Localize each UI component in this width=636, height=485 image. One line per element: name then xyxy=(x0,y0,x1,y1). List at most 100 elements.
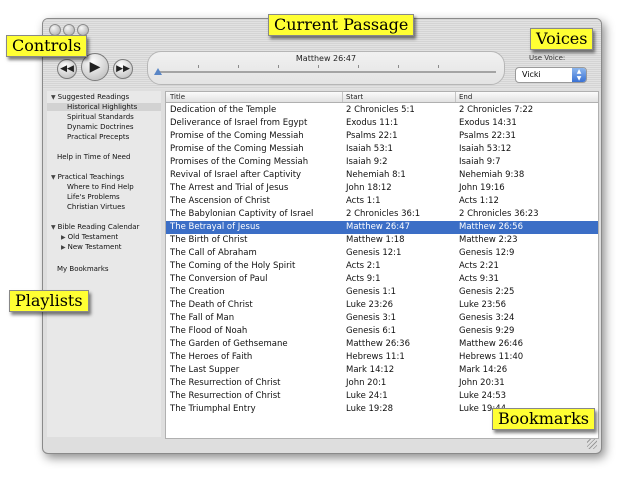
cell-end: 2 Chronicles 36:23 xyxy=(459,209,539,219)
cell-title: The Garden of Gethsemane xyxy=(170,339,288,349)
callout-voices: Voices xyxy=(530,28,594,50)
progress-slider-knob[interactable] xyxy=(154,68,162,75)
resize-grip-icon[interactable] xyxy=(587,439,597,449)
table-row[interactable]: The Resurrection of Christ John 20:1 John … xyxy=(166,377,598,390)
disclosure-down-icon[interactable]: ▼ xyxy=(51,174,56,181)
table-row[interactable]: The Coming of the Holy Spirit Acts 2:1 Act… xyxy=(166,260,598,273)
cell-end: Mark 14:26 xyxy=(459,365,508,375)
cell-title: The Birth of Christ xyxy=(170,235,248,245)
table-row[interactable]: The Resurrection of Christ Luke 24:1 Luke … xyxy=(166,390,598,403)
cell-start: Psalms 22:1 xyxy=(346,131,398,141)
table-row[interactable]: Revival of Israel after Captivity Nehemia… xyxy=(166,169,598,182)
table-row[interactable]: Promise of the Coming Messiah Psalms 22:1… xyxy=(166,130,598,143)
sidebar-group-suggested-readings[interactable]: ▼ Suggested Readings xyxy=(51,93,129,101)
cell-end: Genesis 9:29 xyxy=(459,326,515,336)
cell-title: The Arrest and Trial of Jesus xyxy=(170,183,289,193)
sidebar-item-dynamic-doctrines[interactable]: Dynamic Doctrines xyxy=(67,123,134,131)
passages-table: Title Start End Dedication of the Temple… xyxy=(165,91,599,439)
playlists-sidebar: ▼ Suggested Readings Historical Highlight… xyxy=(47,91,161,437)
sidebar-item-practical-precepts[interactable]: Practical Precepts xyxy=(67,133,129,141)
rewind-button[interactable]: ◀◀ xyxy=(57,59,77,79)
voice-select-value: Vicki xyxy=(522,70,541,79)
cell-end: Nehemiah 9:38 xyxy=(459,170,525,180)
cell-end: John 19:16 xyxy=(459,183,505,193)
disclosure-down-icon[interactable]: ▼ xyxy=(51,224,56,231)
use-voice-label: Use Voice: xyxy=(529,54,566,62)
sidebar-item-new-testament[interactable]: ▶ New Testament xyxy=(61,243,122,251)
fast-forward-button[interactable]: ▶▶ xyxy=(113,59,133,79)
cell-start: Nehemiah 8:1 xyxy=(346,170,406,180)
sidebar-item-christian-virtues[interactable]: Christian Virtues xyxy=(67,203,125,211)
cell-title: The Heroes of Faith xyxy=(170,352,253,362)
column-header-title[interactable]: Title xyxy=(170,93,185,101)
table-row[interactable]: The Betrayal of Jesus Matthew 26:47 Matthe… xyxy=(166,221,598,234)
cell-start: Matthew 1:18 xyxy=(346,235,405,245)
table-row[interactable]: The Birth of Christ Matthew 1:18 Matthew 2… xyxy=(166,234,598,247)
table-row[interactable]: The Death of Christ Luke 23:26 Luke 23:56 xyxy=(166,299,598,312)
disclosure-right-icon[interactable]: ▶ xyxy=(61,234,66,241)
column-header-start[interactable]: Start xyxy=(346,93,363,101)
fast-forward-icon: ▶▶ xyxy=(116,64,130,74)
cell-title: The Coming of the Holy Spirit xyxy=(170,261,296,271)
sidebar-item-lifes-problems[interactable]: Life's Problems xyxy=(67,193,120,201)
sidebar-group-bible-reading-calendar[interactable]: ▼ Bible Reading Calendar xyxy=(51,223,139,231)
table-row[interactable]: The Last Supper Mark 14:12 Mark 14:26 xyxy=(166,364,598,377)
cell-start: Genesis 1:1 xyxy=(346,287,397,297)
callout-controls: Controls xyxy=(6,35,88,57)
sidebar-item-old-testament[interactable]: ▶ Old Testament xyxy=(61,233,118,241)
cell-title: The Betrayal of Jesus xyxy=(170,222,260,232)
callout-playlists: Playlists xyxy=(9,290,89,312)
progress-slider-track[interactable] xyxy=(158,71,496,73)
table-row[interactable]: The Conversion of Paul Acts 9:1 Acts 9:31 xyxy=(166,273,598,286)
cell-title: Promise of the Coming Messiah xyxy=(170,144,304,154)
table-row[interactable]: The Babylonian Captivity of Israel 2 Chro… xyxy=(166,208,598,221)
table-row[interactable]: Promise of the Coming Messiah Isaiah 53:1… xyxy=(166,143,598,156)
cell-end: Acts 1:12 xyxy=(459,196,499,206)
cell-end: Isaiah 53:12 xyxy=(459,144,512,154)
cell-title: The Ascension of Christ xyxy=(170,196,270,206)
disclosure-down-icon[interactable]: ▼ xyxy=(51,94,56,101)
cell-start: Isaiah 9:2 xyxy=(346,157,388,167)
sidebar-group-practical-teachings[interactable]: ▼ Practical Teachings xyxy=(51,173,124,181)
table-row[interactable]: The Garden of Gethsemane Matthew 26:36 Mat… xyxy=(166,338,598,351)
rewind-icon: ◀◀ xyxy=(60,64,74,74)
sidebar-item-historical-highlights[interactable]: Historical Highlights xyxy=(47,103,161,111)
sidebar-item-help-in-time-of-need[interactable]: Help in Time of Need xyxy=(57,153,130,161)
table-row[interactable]: The Heroes of Faith Hebrews 11:1 Hebrews 1… xyxy=(166,351,598,364)
table-row[interactable]: The Creation Genesis 1:1 Genesis 2:25 xyxy=(166,286,598,299)
cell-title: Promises of the Coming Messiah xyxy=(170,157,309,167)
table-row[interactable]: The Fall of Man Genesis 3:1 Genesis 3:24 xyxy=(166,312,598,325)
cell-end: Hebrews 11:40 xyxy=(459,352,524,362)
cell-title: The Resurrection of Christ xyxy=(170,391,281,401)
voice-select[interactable]: Vicki ▲ ▼ xyxy=(515,67,587,83)
cell-start: Genesis 12:1 xyxy=(346,248,402,258)
table-row[interactable]: Promises of the Coming Messiah Isaiah 9:2… xyxy=(166,156,598,169)
table-row[interactable]: The Arrest and Trial of Jesus John 18:12 J… xyxy=(166,182,598,195)
table-row[interactable]: The Ascension of Christ Acts 1:1 Acts 1:12 xyxy=(166,195,598,208)
cell-title: The Babylonian Captivity of Israel xyxy=(170,209,314,219)
table-row[interactable]: Deliverance of Israel from Egypt Exodus 1… xyxy=(166,117,598,130)
cell-end: John 20:31 xyxy=(459,378,505,388)
cell-end: Acts 9:31 xyxy=(459,274,499,284)
cell-start: Acts 9:1 xyxy=(346,274,381,284)
table-row[interactable]: The Call of Abraham Genesis 12:1 Genesis 1… xyxy=(166,247,598,260)
callout-current-passage: Current Passage xyxy=(268,14,415,36)
disclosure-right-icon[interactable]: ▶ xyxy=(61,244,66,251)
cell-end: Isaiah 9:7 xyxy=(459,157,501,167)
sidebar-item-spiritual-standards[interactable]: Spiritual Standards xyxy=(67,113,134,121)
column-header-end[interactable]: End xyxy=(459,93,472,101)
cell-end: Psalms 22:31 xyxy=(459,131,516,141)
sidebar-item-my-bookmarks[interactable]: My Bookmarks xyxy=(57,265,109,273)
cell-end: Genesis 12:9 xyxy=(459,248,515,258)
cell-end: Genesis 3:24 xyxy=(459,313,515,323)
cell-end: Matthew 26:56 xyxy=(459,222,523,232)
callout-bookmarks: Bookmarks xyxy=(492,408,595,430)
select-arrows-icon: ▲ ▼ xyxy=(572,68,586,82)
table-row[interactable]: The Flood of Noah Genesis 6:1 Genesis 9:29 xyxy=(166,325,598,338)
cell-title: The Flood of Noah xyxy=(170,326,248,336)
cell-title: The Conversion of Paul xyxy=(170,274,268,284)
cell-title: Dedication of the Temple xyxy=(170,105,277,115)
play-button[interactable]: ▶ xyxy=(81,53,109,81)
table-row[interactable]: Dedication of the Temple 2 Chronicles 5:1… xyxy=(166,104,598,117)
sidebar-item-where-to-find-help[interactable]: Where to Find Help xyxy=(67,183,134,191)
